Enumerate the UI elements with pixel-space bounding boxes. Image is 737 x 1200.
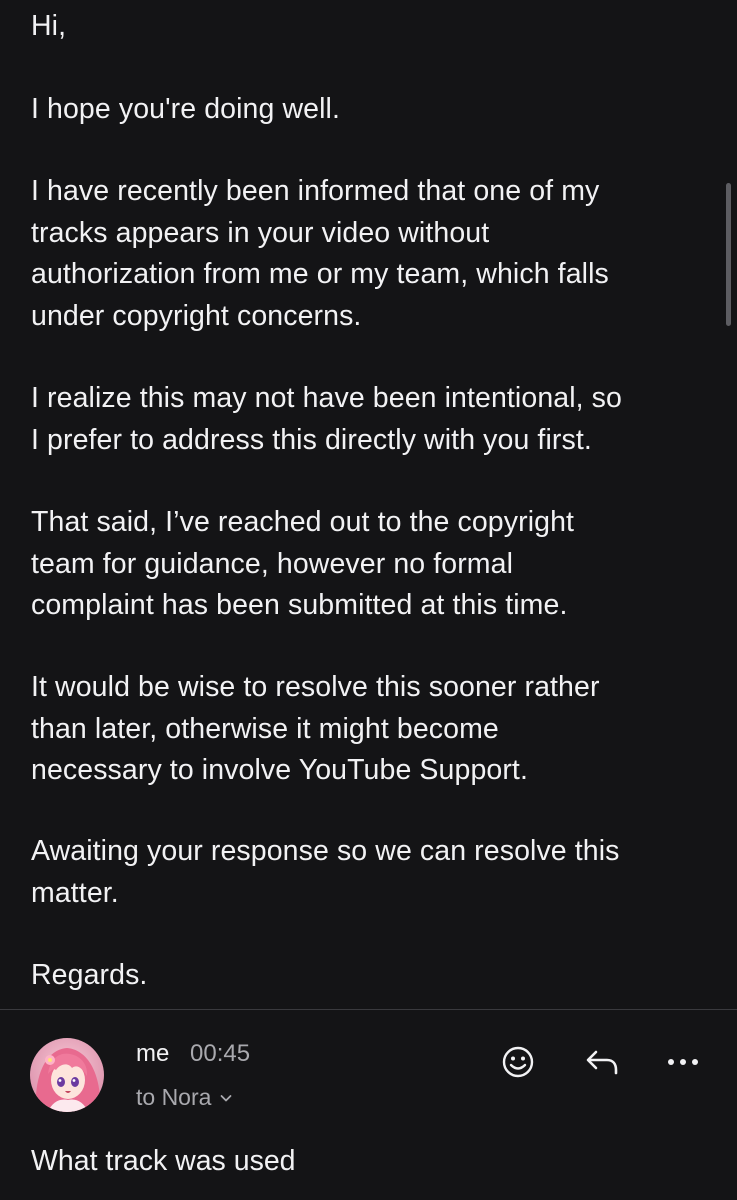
sender-name: me (136, 1040, 170, 1067)
more-options-button[interactable] (663, 1042, 703, 1082)
email-greeting: Hi, (31, 10, 67, 42)
email-paragraph-that-said: That said, I’ve reached out to the copyr… (31, 506, 575, 621)
smiley-icon (502, 1046, 534, 1078)
message-timestamp: 00:45 (190, 1040, 251, 1067)
email-signoff: Regards. (31, 959, 148, 991)
email-paragraph-informed: I have recently been informed that one o… (31, 175, 609, 332)
reply-icon (586, 1050, 618, 1075)
recipient-toggle[interactable]: to Nora (136, 1084, 233, 1111)
email-paragraph-wise: It would be wise to resolve this sooner … (31, 671, 600, 786)
email-paragraph-hope: I hope you're doing well. (31, 93, 340, 125)
avatar[interactable] (30, 1038, 104, 1112)
anime-avatar-icon (30, 1038, 104, 1112)
recipient-label: to Nora (136, 1084, 212, 1110)
ellipsis-icon (668, 1059, 698, 1065)
chevron-down-icon (221, 1094, 232, 1101)
scrollbar[interactable] (726, 183, 731, 326)
email-paragraph-awaiting: Awaiting your response so we can resolve… (31, 835, 620, 909)
message-divider (0, 1009, 737, 1010)
reply-button[interactable] (582, 1042, 622, 1082)
reply-message-body: What track was used (31, 1145, 296, 1177)
reaction-button[interactable] (498, 1042, 538, 1082)
email-paragraph-realize: I realize this may not have been intenti… (31, 382, 622, 456)
